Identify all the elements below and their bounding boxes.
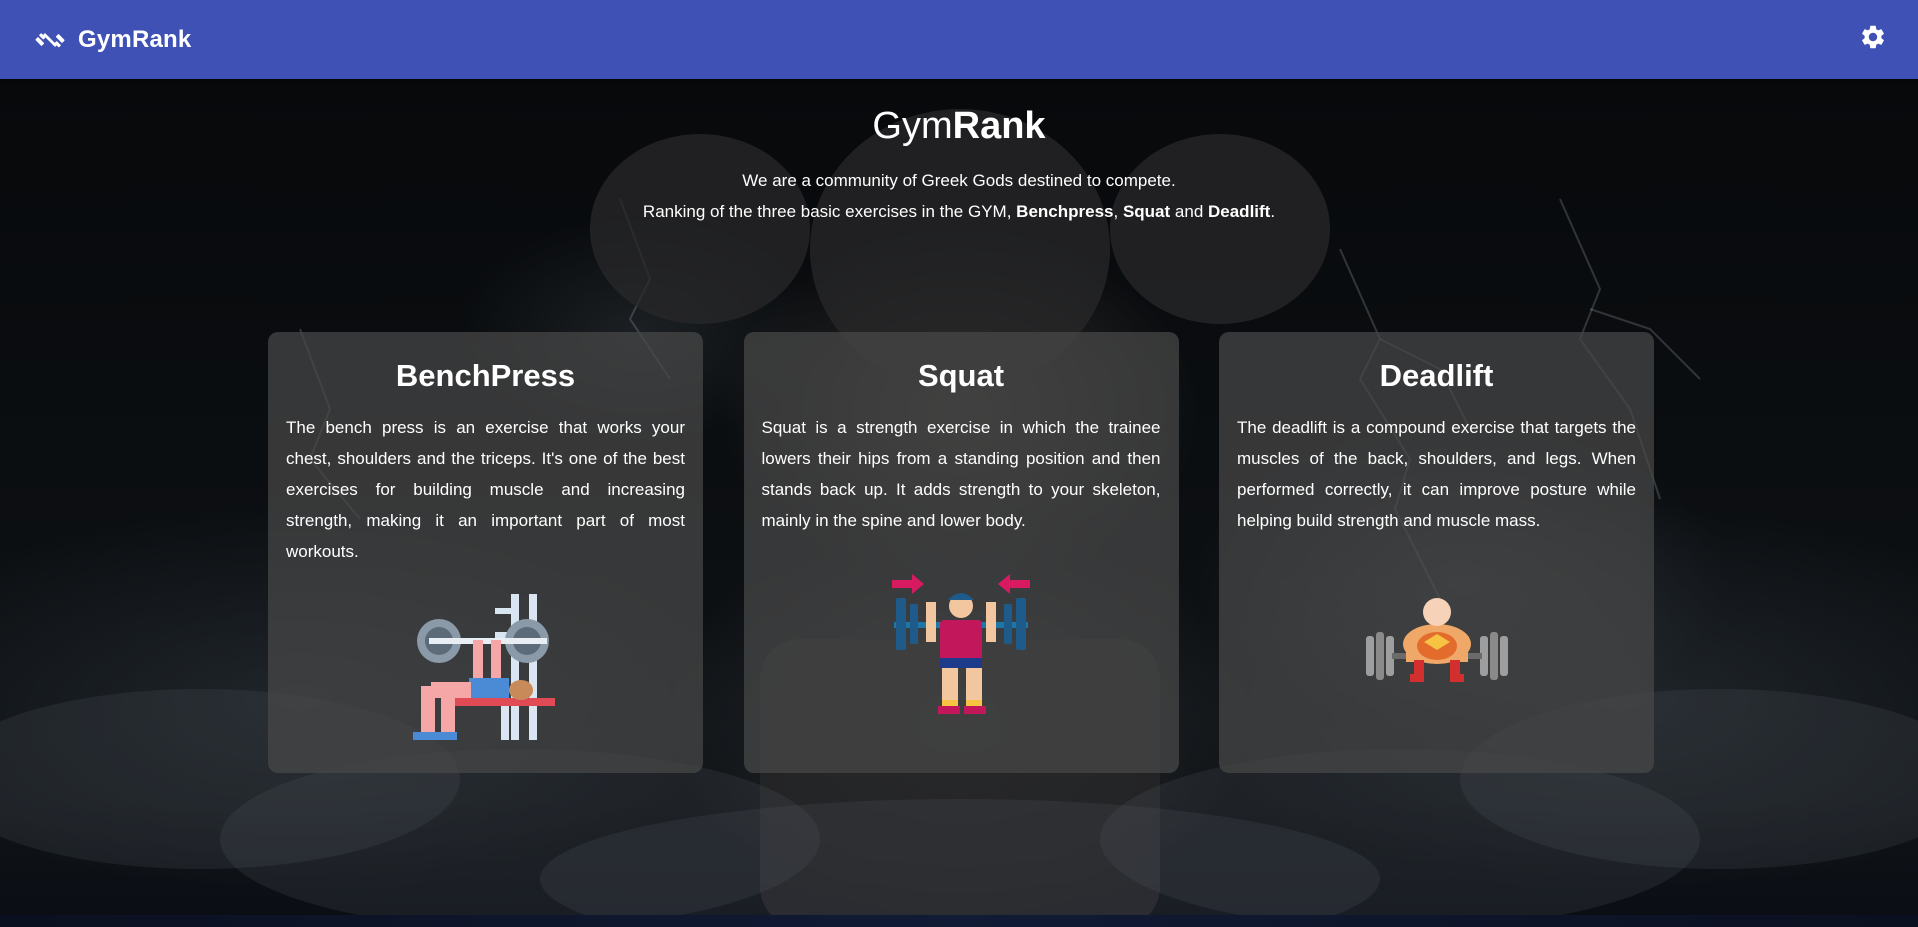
card-description: The bench press is an exercise that work… [286, 418, 685, 561]
card-squat[interactable]: Squat Squat is a strength exercise in wh… [743, 332, 1179, 773]
squat-icon [744, 570, 1179, 720]
card-title: BenchPress [395, 358, 576, 393]
exercise-name-benchpress: Benchpress [1016, 202, 1114, 221]
separator-comma: , [1113, 202, 1123, 221]
card-title: Deadlift [1379, 358, 1494, 393]
bench-press-icon [268, 594, 703, 744]
exercise-name-squat: Squat [1122, 202, 1171, 221]
intro-suffix: . [1270, 202, 1276, 221]
settings-button[interactable] [1856, 22, 1890, 56]
app-root: GymRank GymRank We are a community of Gr… [0, 0, 1918, 927]
separator-and: and [1170, 202, 1208, 221]
page-title: GymRank [0, 101, 1918, 151]
exercise-cards: BenchPress The bench press is an exercis… [268, 332, 1654, 773]
intro-line-1: We are a community of Greek Gods destine… [742, 171, 1176, 190]
intro-section: GymRank We are a community of Greek Gods… [0, 79, 1918, 227]
card-description: The deadlift is a compound exercise that… [1237, 418, 1636, 530]
intro-line-2: Ranking of the three basic exercises in … [0, 196, 1918, 227]
brand-link[interactable]: GymRank [34, 24, 191, 56]
card-title: Squat [917, 358, 1005, 393]
gear-icon [1859, 23, 1887, 56]
card-deadlift[interactable]: Deadlift The deadlift is a compound exer… [1219, 332, 1654, 773]
brand-name: GymRank [78, 25, 192, 53]
card-description: Squat is a strength exercise in which th… [761, 418, 1161, 530]
top-app-bar: GymRank [0, 0, 1918, 79]
exercise-name-deadlift: Deadlift [1208, 202, 1271, 221]
bottom-strip [0, 915, 1918, 927]
title-light: Gym [872, 105, 953, 147]
card-benchpress[interactable]: BenchPress The bench press is an exercis… [268, 332, 703, 773]
intro-line-2-prefix: Ranking of the three basic exercises in … [642, 202, 1017, 221]
title-bold: Rank [952, 105, 1046, 147]
deadlift-icon [1219, 594, 1654, 704]
dumbbell-icon [34, 24, 66, 56]
